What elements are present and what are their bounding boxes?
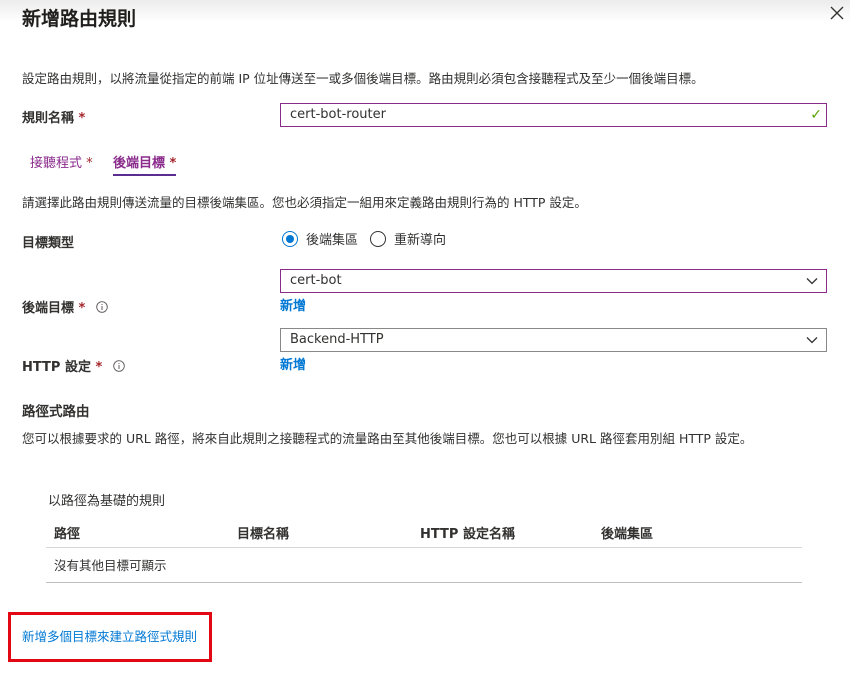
rule-name-value: cert-bot-router <box>290 107 386 122</box>
column-header-path: 路徑 <box>54 527 81 542</box>
add-http-settings-link[interactable]: 新增 <box>280 354 306 373</box>
info-icon[interactable] <box>96 301 108 313</box>
column-header-target-name: 目標名稱 <box>237 527 290 542</box>
radio-backend-pool[interactable] <box>282 230 298 247</box>
rule-name-label-text: 規則名稱 <box>22 111 75 126</box>
close-icon[interactable] <box>828 4 846 22</box>
chevron-down-icon <box>806 337 818 344</box>
add-multiple-targets-link[interactable]: 新增多個目標來建立路徑式規則 <box>22 626 197 645</box>
backend-target-label: 後端目標 * <box>22 297 108 316</box>
required-mark: * <box>169 156 177 171</box>
required-mark: * <box>86 156 93 171</box>
backend-target-value: cert-bot <box>290 273 342 288</box>
checkmark-icon: ✓ <box>810 107 822 123</box>
tab-listener[interactable]: 接聽程式 * <box>30 152 93 171</box>
table-header-divider <box>46 547 802 548</box>
radio-redirect[interactable] <box>370 230 387 247</box>
tab-listener-label: 接聽程式 <box>30 156 83 171</box>
http-settings-label-text: HTTP 設定 <box>22 360 91 375</box>
tab-backend-targets-label: 後端目標 <box>113 156 166 171</box>
http-settings-select[interactable]: Backend-HTTP <box>280 328 827 352</box>
radio-backend-pool-label[interactable]: 後端集區 <box>306 229 358 248</box>
http-settings-label: HTTP 設定 * <box>22 356 125 375</box>
rule-name-label: 規則名稱 * <box>22 107 85 126</box>
backend-target-select[interactable]: cert-bot <box>280 269 827 293</box>
target-type-label: 目標類型 <box>22 236 75 251</box>
table-bottom-divider <box>46 582 802 583</box>
column-header-http-settings-name: HTTP 設定名稱 <box>420 527 515 542</box>
add-backend-target-link[interactable]: 新增 <box>280 295 306 314</box>
path-routing-description: 您可以根據要求的 URL 路徑，將來自此規則之接聽程式的流量路由至其他後端目標。… <box>22 431 753 446</box>
radio-redirect-label[interactable]: 重新導向 <box>394 229 446 248</box>
rule-name-input[interactable]: cert-bot-router ✓ <box>280 103 827 127</box>
http-settings-value: Backend-HTTP <box>290 332 384 347</box>
backend-target-label-text: 後端目標 <box>22 301 75 316</box>
required-mark: * <box>95 360 103 375</box>
target-type-radio-group: 後端集區 重新導向 <box>282 229 446 248</box>
tab-backend-targets[interactable]: 後端目標 * <box>113 152 177 176</box>
chevron-down-icon <box>806 278 818 285</box>
column-header-backend-pool: 後端集區 <box>601 527 654 542</box>
path-routing-heading: 路徑式路由 <box>22 404 90 420</box>
path-rules-table-title: 以路徑為基礎的規則 <box>48 494 166 509</box>
info-icon[interactable] <box>113 360 125 372</box>
required-mark: * <box>78 111 86 126</box>
dialog-title: 新增路由規則 <box>22 8 137 30</box>
dialog-description: 設定路由規則，以將流量從指定的前端 IP 位址傳送至一或多個後端目標。路由規則必… <box>22 71 704 86</box>
table-empty-message: 沒有其他目標可顯示 <box>54 558 167 573</box>
required-mark: * <box>78 301 86 316</box>
backend-description: 請選擇此路由規則傳送流量的目標後端集區。您也必須指定一組用來定義路由規則行為的 … <box>22 195 587 210</box>
